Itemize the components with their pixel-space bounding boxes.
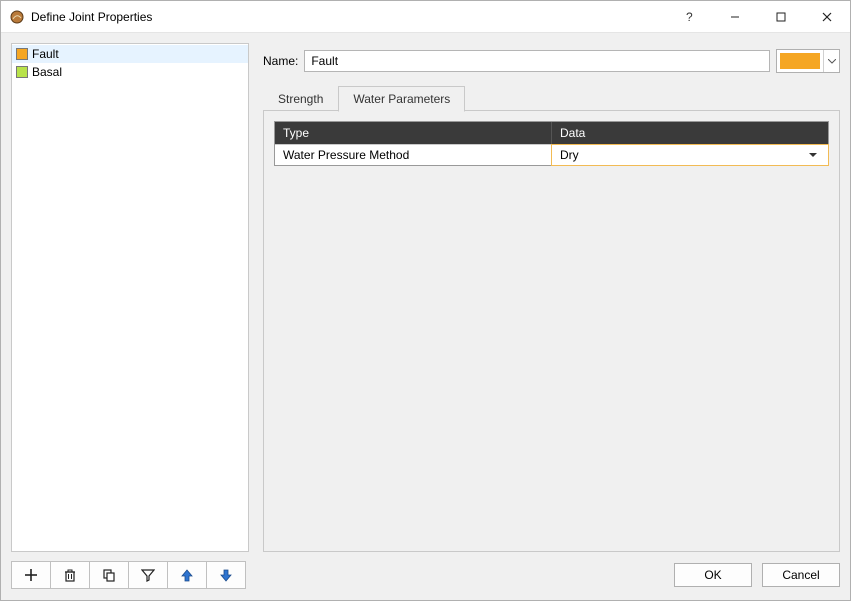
color-swatch bbox=[780, 53, 820, 69]
swatch-icon bbox=[16, 48, 28, 60]
joint-list-item-label: Basal bbox=[32, 65, 62, 79]
cancel-button[interactable]: Cancel bbox=[762, 563, 840, 587]
maximize-button[interactable] bbox=[758, 1, 804, 32]
name-label: Name: bbox=[263, 54, 298, 68]
chevron-down-icon bbox=[806, 153, 820, 158]
tab-water-parameters[interactable]: Water Parameters bbox=[338, 86, 465, 112]
help-button[interactable]: ? bbox=[666, 1, 712, 32]
close-button[interactable] bbox=[804, 1, 850, 32]
grid-cell-data-dropdown[interactable]: Dry bbox=[551, 144, 829, 166]
footer: OK Cancel bbox=[1, 558, 850, 600]
move-down-button[interactable] bbox=[206, 561, 246, 589]
move-up-button[interactable] bbox=[167, 561, 207, 589]
plus-icon bbox=[24, 568, 38, 582]
tabs: Strength Water Parameters bbox=[263, 85, 840, 111]
toolbar bbox=[11, 561, 245, 589]
app-icon bbox=[9, 9, 25, 25]
grid-header-data: Data bbox=[552, 122, 828, 144]
grid-cell-data-value: Dry bbox=[560, 148, 806, 162]
name-row: Name: bbox=[263, 43, 840, 73]
dialog-window: Define Joint Properties ? Fault bbox=[0, 0, 851, 601]
grid-header: Type Data bbox=[275, 122, 828, 144]
color-picker[interactable] bbox=[776, 49, 840, 73]
arrow-down-icon bbox=[219, 568, 233, 582]
window-title: Define Joint Properties bbox=[31, 10, 152, 24]
joint-list-item-basal[interactable]: Basal bbox=[12, 63, 248, 81]
grid-cell-type: Water Pressure Method bbox=[275, 145, 552, 165]
dialog-body: Fault Basal Name: Strength bbox=[1, 33, 850, 558]
name-input[interactable] bbox=[304, 50, 770, 72]
properties-grid: Type Data Water Pressure Method Dry bbox=[274, 121, 829, 166]
swatch-icon bbox=[16, 66, 28, 78]
main-panel: Name: Strength Water Parameters Type bbox=[263, 43, 840, 552]
svg-text:?: ? bbox=[686, 10, 693, 24]
copy-button[interactable] bbox=[89, 561, 129, 589]
joint-list[interactable]: Fault Basal bbox=[11, 43, 249, 552]
grid-header-type: Type bbox=[275, 122, 552, 144]
copy-icon bbox=[102, 568, 116, 582]
filter-icon bbox=[141, 568, 155, 582]
arrow-up-icon bbox=[180, 568, 194, 582]
joint-list-item-fault[interactable]: Fault bbox=[12, 45, 248, 63]
trash-icon bbox=[63, 568, 77, 582]
delete-button[interactable] bbox=[50, 561, 90, 589]
chevron-down-icon bbox=[823, 50, 839, 72]
titlebar: Define Joint Properties ? bbox=[1, 1, 850, 33]
grid-row: Water Pressure Method Dry bbox=[275, 144, 828, 165]
joint-list-item-label: Fault bbox=[32, 47, 59, 61]
tab-content: Type Data Water Pressure Method Dry bbox=[263, 111, 840, 552]
minimize-button[interactable] bbox=[712, 1, 758, 32]
ok-button[interactable]: OK bbox=[674, 563, 752, 587]
add-button[interactable] bbox=[11, 561, 51, 589]
filter-button[interactable] bbox=[128, 561, 168, 589]
tab-strength[interactable]: Strength bbox=[263, 86, 338, 111]
